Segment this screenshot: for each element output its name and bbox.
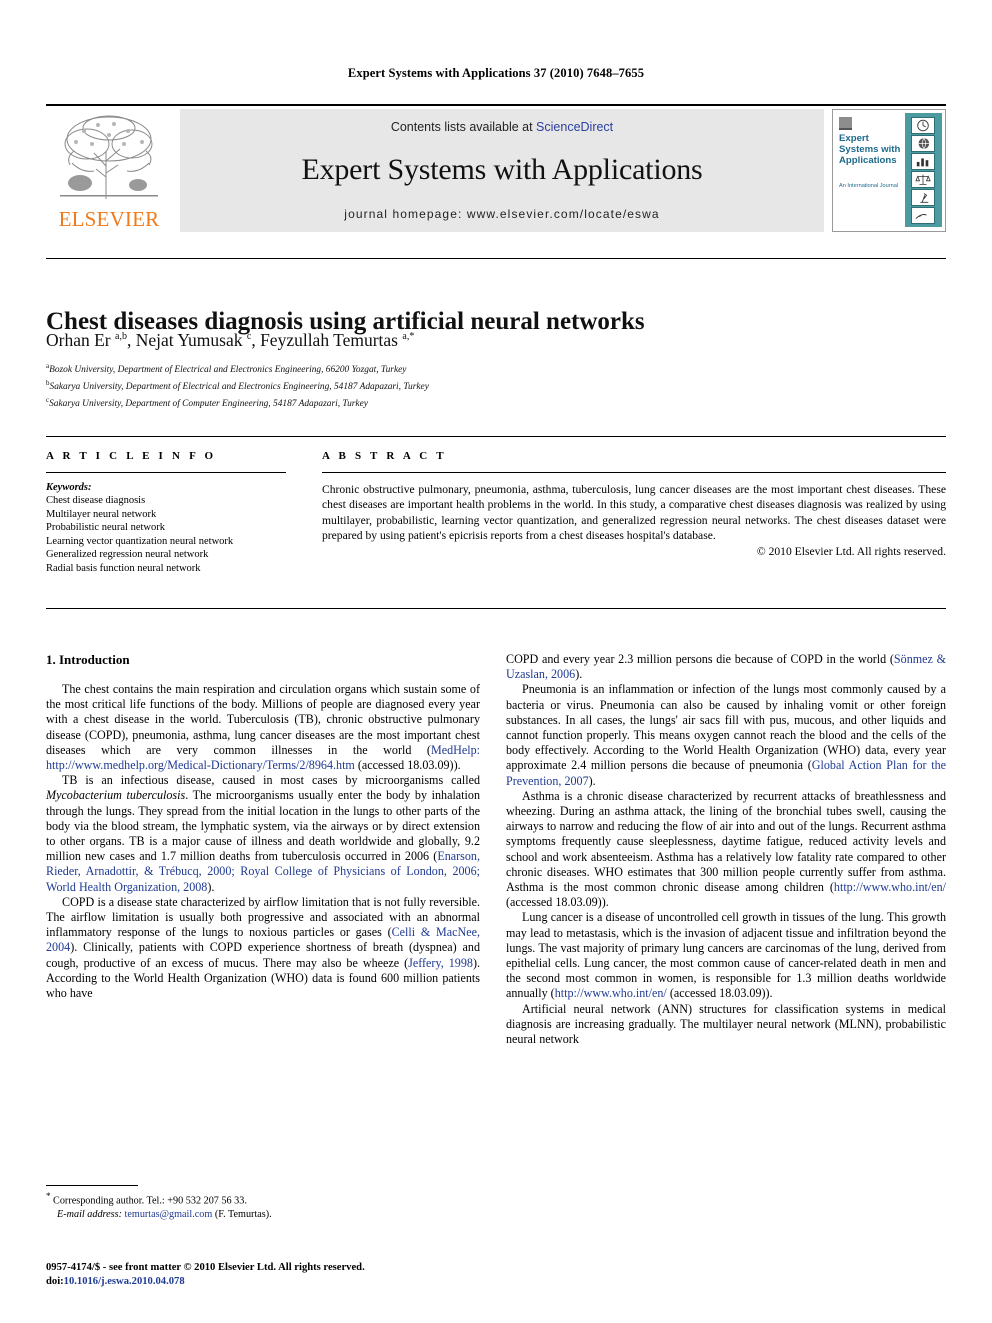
abstract-heading: A B S T R A C T [322,450,447,462]
keyword-item: Generalized regression neural network [46,549,209,561]
corresponding-author-note: * Corresponding author. Tel.: +90 532 20… [46,1190,480,1208]
cover-badge-icon [839,117,852,130]
section-heading-introduction: 1. Introduction [46,652,130,667]
body-paragraph: COPD is a disease state characterized by… [46,895,480,1001]
contents-available-line: Contents lists available at ScienceDirec… [180,120,824,134]
abstract-copyright: © 2010 Elsevier Ltd. All rights reserved… [756,545,946,559]
info-bottom-rule [46,608,946,609]
paragraph-text: ). [588,773,596,788]
scales-icon [911,171,935,188]
affiliation-list: aBozok University, Department of Electri… [46,360,926,411]
asterisk-icon: * [46,1191,51,1201]
title-top-rule [46,258,946,259]
imprint-block: 0957-4174/$ - see front matter © 2010 El… [46,1261,480,1289]
bar-chart-icon [911,153,935,170]
elsevier-tree-icon [60,115,158,199]
running-head: Expert Systems with Applications 37 (201… [347,66,645,80]
journal-cover-thumbnail: Expert Systems with Applications An Inte… [832,109,946,232]
article-info-column: A R T I C L E I N F O Keywords: Chest di… [46,450,286,576]
keyword-item: Probabilistic neural network [46,522,165,534]
paragraph-text: Asthma is a chronic disease characterize… [506,788,946,895]
paragraph-text: COPD and every year 2.3 million persons … [506,652,894,666]
article-info-rule [46,472,286,473]
email-label: E-mail address: [57,1208,122,1220]
info-top-rule [46,436,946,437]
masthead-top-rule [46,104,946,106]
sciencedirect-link[interactable]: ScienceDirect [536,120,613,134]
body-paragraph: COPD and every year 2.3 million persons … [506,652,946,682]
corresponding-author-text: Corresponding author. Tel.: +90 532 207 … [53,1195,247,1207]
paper-page: Expert Systems with Applications 37 (201… [0,0,992,1323]
keywords-label: Keywords: [46,482,92,493]
keyword-item: Radial basis function neural network [46,562,201,574]
keyword-item: Chest disease diagnosis [46,495,146,506]
body-column-right: COPD and every year 2.3 million persons … [506,652,946,1047]
body-paragraph: Asthma is a chronic disease characterize… [506,789,946,911]
cover-subtitle: An International Journal [839,183,899,189]
keyword-item: Multilayer neural network [46,508,157,520]
citation-link[interactable]: http://www.who.int/en/ [555,986,667,1000]
contents-prefix: Contents lists available at [390,120,537,134]
contents-band: Contents lists available at ScienceDirec… [180,109,824,232]
paragraph-text: Artificial neural network (ANN) structur… [506,1001,946,1047]
affiliation-line: bSakarya University, Department of Elect… [46,379,429,393]
right-paragraphs: COPD and every year 2.3 million persons … [506,652,946,1047]
journal-masthead: ELSEVIER Contents lists available at Sci… [46,104,946,232]
clock-icon [911,117,935,134]
globe-icon [911,135,935,152]
doi-line: doi:10.1016/j.eswa.2010.04.078 [46,1275,480,1289]
body-paragraph: TB is an infectious disease, caused in m… [46,773,480,895]
author-list: Orhan Er a,b, Nejat Yumusak c, Feyzullah… [46,330,415,350]
body-paragraph: The chest contains the main respiration … [46,682,480,773]
paragraph-text: (accessed 18.03.09)). [354,758,461,773]
article-info-heading: A R T I C L E I N F O [46,450,217,462]
abstract-rule [322,472,946,473]
affiliation-line: cSakarya University, Department of Compu… [46,396,368,410]
cover-left-panel: Expert Systems with Applications An Inte… [836,113,903,227]
left-paragraphs: The chest contains the main respiration … [46,682,480,1001]
body-column-left: 1. Introduction The chest contains the m… [46,652,480,1001]
paragraph-text: ). [207,879,215,894]
doi-label: doi: [46,1276,64,1287]
footnote-block: * Corresponding author. Tel.: +90 532 20… [46,1190,480,1221]
journal-title: Expert Systems with Applications [301,153,703,186]
body-paragraph: Artificial neural network (ANN) structur… [506,1002,946,1048]
paragraph-text: (accessed 18.03.09)). [506,895,609,910]
body-paragraph: Pneumonia is an inflammation or infectio… [506,682,946,788]
doi-link[interactable]: 10.1016/j.eswa.2010.04.078 [64,1276,185,1287]
affiliation-line: aBozok University, Department of Electri… [46,362,407,376]
issn-line: 0957-4174/$ - see front matter © 2010 El… [46,1262,365,1273]
citation-link[interactable]: Jeffery, 1998 [408,956,473,970]
footnote-rule [46,1185,138,1186]
email-note: E-mail address: temurtas@gmail.com (F. T… [46,1208,480,1221]
paragraph-text: (accessed 18.03.09)). [666,986,773,1001]
email-link[interactable]: temurtas@gmail.com [125,1209,213,1220]
cover-icon-strip [905,113,942,227]
italic-term: Mycobacterium tuberculosis [46,788,186,803]
email-suffix: (F. Temurtas). [214,1208,272,1220]
citation-link[interactable]: http://www.who.int/en/ [834,880,946,894]
abstract-column: A B S T R A C T Chronic obstructive pulm… [322,450,946,558]
paragraph-text: The chest contains the main respiration … [46,682,480,757]
hand-icon [911,207,935,224]
abstract-text: Chronic obstructive pulmonary, pneumonia… [322,483,946,542]
body-paragraph: Lung cancer is a disease of uncontrolled… [506,910,946,1001]
paragraph-text: ). [575,667,583,682]
microscope-icon [911,189,935,206]
paragraph-text: TB is an infectious disease, caused in m… [62,773,480,788]
elsevier-logo: ELSEVIER [46,109,172,232]
keywords-list: Chest disease diagnosis Multilayer neural… [46,494,286,576]
cover-title: Expert Systems with Applications [839,133,901,166]
keyword-item: Learning vector quantization neural netw… [46,535,234,547]
elsevier-wordmark: ELSEVIER [58,207,160,231]
journal-homepage-link[interactable]: journal homepage: www.elsevier.com/locat… [180,207,824,221]
